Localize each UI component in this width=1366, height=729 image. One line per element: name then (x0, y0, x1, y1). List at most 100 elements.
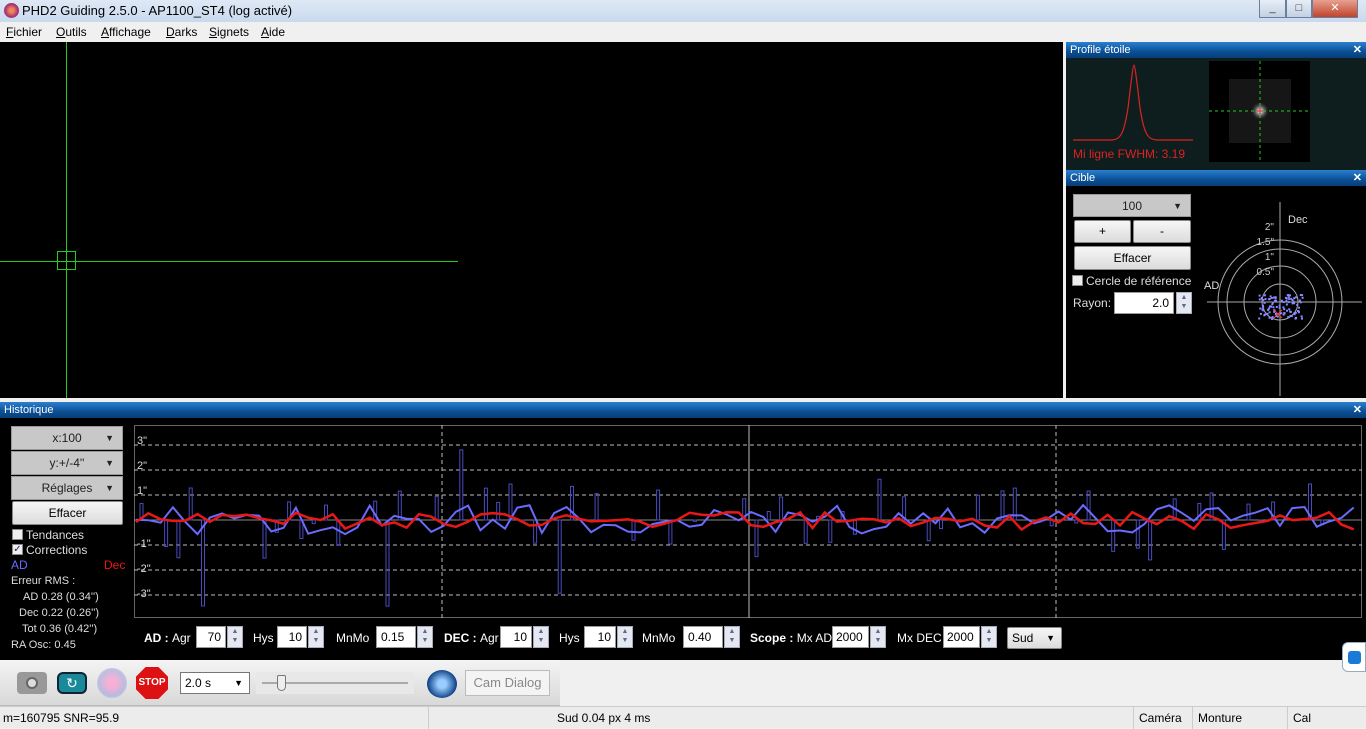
guide-icon[interactable] (97, 668, 127, 698)
panel-title: Profile étoile (1070, 44, 1131, 56)
zoom-in-button[interactable]: + (1074, 220, 1131, 243)
brain-icon[interactable] (427, 670, 457, 698)
dec-mode-dropdown[interactable]: Sud ▼ (1007, 627, 1062, 649)
dec-hys-label: Hys (559, 631, 580, 645)
stop-button[interactable]: STOP (136, 667, 168, 699)
ad-hys-spinner[interactable]: ▲ ▼ (308, 626, 324, 648)
target-point (1276, 315, 1279, 318)
menu-bar: Fichier Outils Affichage Darks Signets A… (0, 22, 1366, 42)
dec-mnmo-label: MnMo (642, 631, 676, 645)
radius-input[interactable]: 2.0 (1114, 292, 1174, 314)
target-point (1287, 296, 1290, 299)
target-point (1289, 310, 1292, 313)
ad-agr-input[interactable]: 70 (196, 626, 226, 648)
dec-axis-label: Dec (1288, 214, 1308, 226)
target-point (1271, 301, 1274, 304)
dec-hys-spinner[interactable]: ▲ ▼ (617, 626, 633, 648)
y-scale-value: y:+/-4'' (49, 456, 85, 470)
target-point (1285, 303, 1288, 306)
ad-mnmo-spinner[interactable]: ▲ ▼ (417, 626, 433, 648)
target-point (1290, 297, 1293, 300)
ad-hys-label: Hys (253, 631, 274, 645)
dec-mnmo-spinner[interactable]: ▲ ▼ (724, 626, 740, 648)
x-scale-value: x:100 (52, 431, 82, 445)
corrections-checkbox[interactable]: ✓ (12, 544, 23, 555)
close-icon[interactable]: ✕ (1353, 402, 1362, 418)
trends-checkbox[interactable] (12, 529, 23, 540)
target-point (1293, 313, 1296, 316)
target-scale-dropdown[interactable]: 100 ▼ (1073, 194, 1191, 217)
exposure-dropdown[interactable]: 2.0 s ▼ (180, 672, 250, 694)
settings-label: Réglages (41, 481, 93, 495)
target-point (1262, 309, 1265, 312)
target-point (1268, 316, 1271, 319)
cam-dialog-button[interactable]: Cam Dialog (465, 670, 550, 696)
mx-ad-spinner[interactable]: ▲ ▼ (870, 626, 886, 648)
dec-agr-input[interactable]: 10 (500, 626, 532, 648)
mx-ad-label: Mx AD (796, 631, 833, 645)
dec-agr-spinner[interactable]: ▲ ▼ (533, 626, 549, 648)
y-tick-label: -2" (137, 563, 151, 575)
ad-mnmo-label: MnMo (336, 631, 370, 645)
target-point (1301, 317, 1303, 320)
target-point (1291, 302, 1294, 305)
ad-params-label: AD : (144, 631, 172, 645)
reference-circle-checkbox[interactable] (1072, 275, 1083, 286)
mx-dec-spinner[interactable]: ▲ ▼ (981, 626, 997, 648)
target-clear-button[interactable]: Effacer (1074, 246, 1191, 270)
zoom-out-button[interactable]: - (1133, 220, 1191, 243)
settings-dropdown[interactable]: Réglages ▼ (11, 476, 123, 500)
rms-dec: Dec 0.22 (0.26'') (19, 607, 100, 619)
ad-mnmo-input[interactable]: 0.15 (376, 626, 416, 648)
minimize-button[interactable]: _ (1259, 0, 1286, 18)
corrections-label: Corrections (26, 543, 88, 557)
reference-circle-label: Cercle de référence (1086, 274, 1192, 288)
rms-tot: Tot 0.36 (0.42'') (22, 623, 98, 635)
guide-crosshair (0, 42, 458, 398)
target-point (1263, 313, 1266, 316)
target-point (1285, 297, 1288, 300)
menu-affichage[interactable]: Affichage (101, 25, 151, 39)
target-point (1298, 299, 1301, 302)
dec-hys-input[interactable]: 10 (584, 626, 616, 648)
mx-ad-input[interactable]: 2000 (832, 626, 869, 648)
target-point (1263, 301, 1266, 304)
camera-icon[interactable] (17, 672, 47, 694)
mx-dec-input[interactable]: 2000 (943, 626, 980, 648)
close-button[interactable]: ✕ (1312, 0, 1358, 18)
menu-darks[interactable]: Darks (166, 25, 197, 39)
notification-tab[interactable] (1342, 642, 1366, 672)
y-tick-label: 1" (137, 485, 147, 497)
gamma-slider[interactable] (256, 672, 414, 694)
menu-fichier[interactable]: Fichier (6, 25, 42, 39)
camera-view[interactable] (0, 42, 1063, 398)
x-scale-dropdown[interactable]: x:100 ▼ (11, 426, 123, 450)
trends-label: Tendances (26, 528, 85, 542)
legend-dec: Dec (104, 558, 126, 572)
y-tick-label: -1" (137, 538, 151, 550)
ra-osc: RA Osc: 0.45 (11, 639, 76, 651)
app-icon (4, 3, 19, 18)
ad-hys-input[interactable]: 10 (277, 626, 307, 648)
mx-dec-label: Mx DEC (897, 631, 942, 645)
loop-icon[interactable]: ↻ (57, 672, 87, 694)
radius-spinner[interactable]: ▲ ▼ (1176, 292, 1192, 314)
slider-thumb[interactable] (277, 675, 286, 691)
target-point (1287, 301, 1290, 304)
target-point (1293, 297, 1296, 300)
close-icon[interactable]: ✕ (1353, 170, 1362, 186)
target-point (1283, 312, 1286, 314)
ring-label: 0.5" (1257, 267, 1275, 278)
dec-mnmo-input[interactable]: 0.40 (683, 626, 723, 648)
close-icon[interactable]: ✕ (1353, 42, 1362, 58)
maximize-button[interactable]: □ (1286, 0, 1312, 18)
menu-signets[interactable]: Signets (209, 25, 249, 39)
menu-aide[interactable]: Aide (261, 25, 285, 39)
chevron-down-icon: ▼ (1173, 201, 1182, 211)
history-clear-button[interactable]: Effacer (12, 501, 123, 525)
menu-outils[interactable]: Outils (56, 25, 87, 39)
status-camera: Caméra (1139, 711, 1182, 725)
ad-agr-spinner[interactable]: ▲ ▼ (227, 626, 243, 648)
y-scale-dropdown[interactable]: y:+/-4'' ▼ (11, 451, 123, 475)
target-point (1263, 294, 1266, 297)
